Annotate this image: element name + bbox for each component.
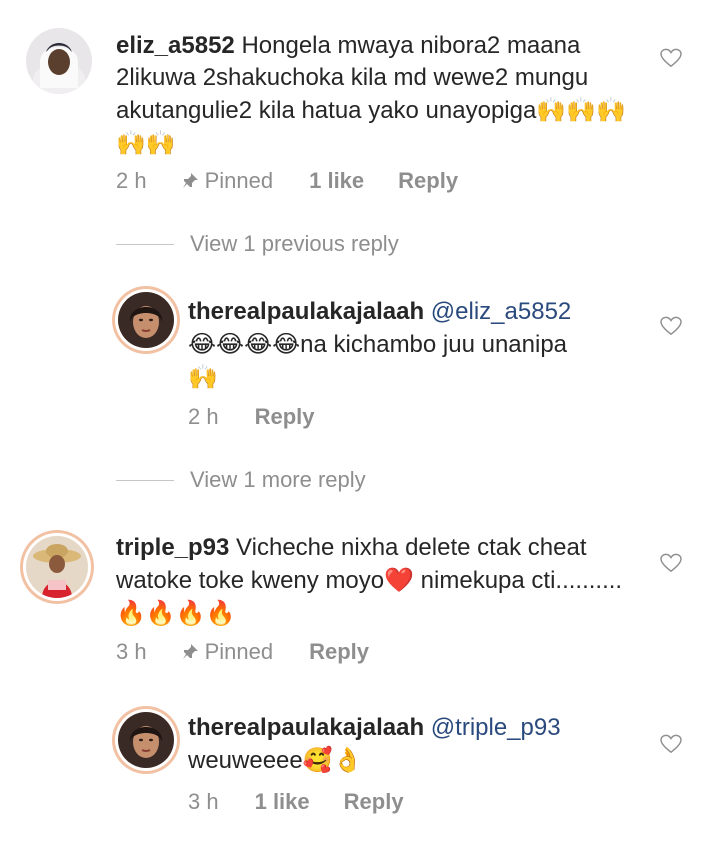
pinned-label: Pinned <box>204 639 274 664</box>
comment-meta: 2 h Pinned 1 like Reply <box>116 168 458 194</box>
comment-emoji: 😂😂😂😂 <box>188 330 301 358</box>
hat-avatar-icon <box>26 536 88 598</box>
reply-button[interactable]: Reply <box>398 168 458 194</box>
comment-meta: 3 h 1 like Reply <box>188 789 404 815</box>
comment-username[interactable]: therealpaulakajalaah <box>188 714 424 741</box>
comment-username[interactable]: eliz_a5852 <box>116 32 235 59</box>
likes-count[interactable]: 1 like <box>309 168 364 194</box>
heart-icon[interactable] <box>660 316 682 336</box>
avatar[interactable] <box>118 712 174 768</box>
view-more-replies[interactable]: View 1 more reply <box>116 467 366 493</box>
user-hijab-avatar-icon <box>26 28 92 94</box>
divider <box>116 479 174 481</box>
comment-text: weuweeee <box>188 747 303 774</box>
avatar[interactable] <box>118 292 174 348</box>
woman-avatar-icon <box>118 712 174 768</box>
comment-emoji: 🔥🔥🔥🔥 <box>116 599 236 627</box>
reply-button[interactable]: Reply <box>309 639 369 665</box>
pin-icon <box>182 644 198 659</box>
comment-emoji: 🙌 <box>188 363 218 391</box>
avatar[interactable] <box>26 536 88 598</box>
view-previous-replies[interactable]: View 1 previous reply <box>116 231 399 257</box>
comment-meta: 2 h Reply <box>188 404 315 430</box>
reply-button[interactable]: Reply <box>344 789 404 815</box>
mention-link[interactable]: @eliz_a5852 <box>431 298 571 325</box>
comment-body: therealpaulakajalaah @eliz_a5852 😂😂😂😂na k… <box>188 296 648 394</box>
comment-time: 2 h <box>188 404 219 429</box>
comment-username[interactable]: therealpaulakajalaah <box>188 298 424 325</box>
comment-body: triple_p93 Vicheche nixha delete ctak ch… <box>116 532 646 630</box>
mention-link[interactable]: @triple_p93 <box>431 714 561 741</box>
comment-time: 3 h <box>188 789 219 814</box>
comment-emoji: 🥰👌 <box>302 746 363 774</box>
pin-icon <box>182 173 198 188</box>
comment-time: 3 h <box>116 639 147 664</box>
likes-count[interactable]: 1 like <box>255 789 310 815</box>
comment-body: therealpaulakajalaah @triple_p93 weuweeee… <box>188 712 648 777</box>
heart-icon[interactable] <box>660 734 682 754</box>
comment-text: nimekupa cti.......... <box>414 567 623 594</box>
avatar[interactable] <box>26 28 92 94</box>
view-more-label: View 1 more reply <box>190 467 366 492</box>
heart-icon[interactable] <box>660 553 682 573</box>
divider <box>116 243 174 245</box>
woman-avatar-icon <box>118 292 174 348</box>
comment-username[interactable]: triple_p93 <box>116 534 229 561</box>
pinned-indicator: Pinned <box>181 168 274 194</box>
comment-meta: 3 h Pinned Reply <box>116 639 369 665</box>
comment-emoji: ❤️ <box>384 566 415 594</box>
reply-button[interactable]: Reply <box>255 404 315 430</box>
comment-time: 2 h <box>116 168 147 193</box>
comment-body: eliz_a5852 Hongela mwaya nibora2 maana 2… <box>116 30 646 160</box>
comment-text: na kichambo juu unanipa <box>300 331 568 358</box>
pinned-indicator: Pinned <box>181 639 274 665</box>
pinned-label: Pinned <box>204 168 274 193</box>
heart-icon[interactable] <box>660 48 682 68</box>
view-previous-label: View 1 previous reply <box>190 231 399 256</box>
